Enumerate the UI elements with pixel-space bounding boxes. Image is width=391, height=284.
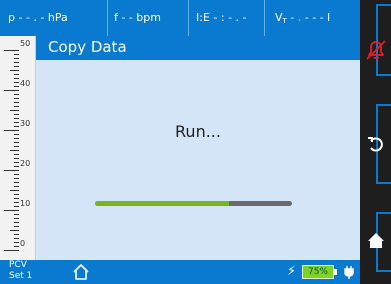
scale-tick (14, 214, 19, 215)
scale-tick (14, 234, 19, 235)
scale-label: 10 (20, 199, 31, 208)
ventilation-mode[interactable]: PCV Set 1 (9, 260, 32, 282)
scale-tick (14, 194, 19, 195)
bottom-status-bar: PCV Set 1 ⚡ 75% (0, 260, 360, 284)
scale-tick (4, 170, 19, 171)
scale-tick (14, 222, 19, 223)
progress-bar (95, 201, 292, 206)
mode-name: PCV (9, 260, 27, 270)
alarm-mute-button[interactable] (363, 37, 389, 63)
battery-tip (334, 269, 337, 275)
scale-tick (14, 226, 19, 227)
volume-value: - . - - - l (286, 11, 331, 24)
tidal-volume-readout: VT - . - - - l (275, 11, 330, 25)
scale-label: 20 (20, 159, 31, 168)
undo-button[interactable] (363, 131, 389, 157)
scale-tick (4, 210, 19, 211)
home-icon (368, 233, 384, 248)
dialog-title-bar: Copy Data (36, 36, 360, 60)
volume-symbol: V (275, 11, 283, 24)
scale-tick (14, 74, 19, 75)
scale-tick (14, 246, 19, 247)
scale-tick (14, 62, 19, 63)
hardkey-panel (360, 0, 391, 284)
scale-tick (14, 198, 19, 199)
divider (188, 0, 189, 36)
scale-tick (14, 154, 19, 155)
scale-tick (14, 242, 19, 243)
scale-tick (14, 106, 19, 107)
plug-icon (344, 266, 354, 279)
pressure-scale: 50 40 30 20 10 0 (0, 36, 36, 260)
scale-tick (14, 102, 19, 103)
scale-label: 30 (20, 119, 31, 128)
status-text: Run... (175, 122, 221, 141)
scale-tick (14, 158, 19, 159)
scale-tick (14, 134, 19, 135)
scale-tick (14, 94, 19, 95)
pressure-readout: p - - . - hPa (8, 11, 68, 24)
parameter-status-bar: p - - . - hPa f - - bpm I:E - : - . - VT… (0, 0, 360, 36)
scale-tick (14, 142, 19, 143)
scale-tick (14, 118, 19, 119)
scale-tick (4, 130, 19, 131)
dialog-title: Copy Data (48, 38, 127, 56)
scale-tick (14, 206, 19, 207)
scale-tick (14, 98, 19, 99)
scale-tick (14, 78, 19, 79)
scale-tick (10, 150, 19, 151)
scale-tick (14, 174, 19, 175)
home-outline-icon (73, 264, 89, 280)
scale-tick (14, 126, 19, 127)
scale-tick (14, 146, 19, 147)
scale-tick (4, 250, 19, 251)
alarm-mute-icon (366, 40, 386, 60)
home-hardkey-button[interactable] (363, 228, 389, 254)
scale-tick (14, 162, 19, 163)
battery-indicator: 75% (302, 265, 334, 279)
charging-icon: ⚡ (287, 264, 297, 279)
scale-tick (14, 122, 19, 123)
scale-tick (10, 110, 19, 111)
mode-set: Set 1 (9, 271, 33, 281)
scale-label: 0 (20, 239, 26, 248)
scale-tick (14, 114, 19, 115)
divider (264, 0, 265, 36)
divider (107, 0, 108, 36)
scale-tick (14, 182, 19, 183)
scale-tick (14, 82, 19, 83)
scale-tick (14, 66, 19, 67)
scale-tick (14, 202, 19, 203)
scale-tick (10, 190, 19, 191)
home-button[interactable] (64, 260, 98, 284)
scale-tick (4, 50, 19, 51)
undo-icon (368, 137, 383, 152)
scale-tick (14, 58, 19, 59)
scale-tick (14, 138, 19, 139)
scale-label: 40 (20, 79, 31, 88)
dialog-content: Run... (36, 60, 360, 260)
scale-tick (14, 86, 19, 87)
scale-tick (14, 54, 19, 55)
scale-tick (14, 218, 19, 219)
scale-tick (14, 238, 19, 239)
scale-label: 50 (20, 39, 31, 48)
scale-tick (4, 90, 19, 91)
scale-tick (14, 186, 19, 187)
scale-tick (14, 178, 19, 179)
scale-tick (14, 166, 19, 167)
progress-fill (95, 201, 229, 206)
frequency-readout: f - - bpm (114, 11, 161, 24)
ie-ratio-readout: I:E - : - . - (196, 11, 247, 24)
scale-tick (10, 70, 19, 71)
scale-tick (10, 230, 19, 231)
